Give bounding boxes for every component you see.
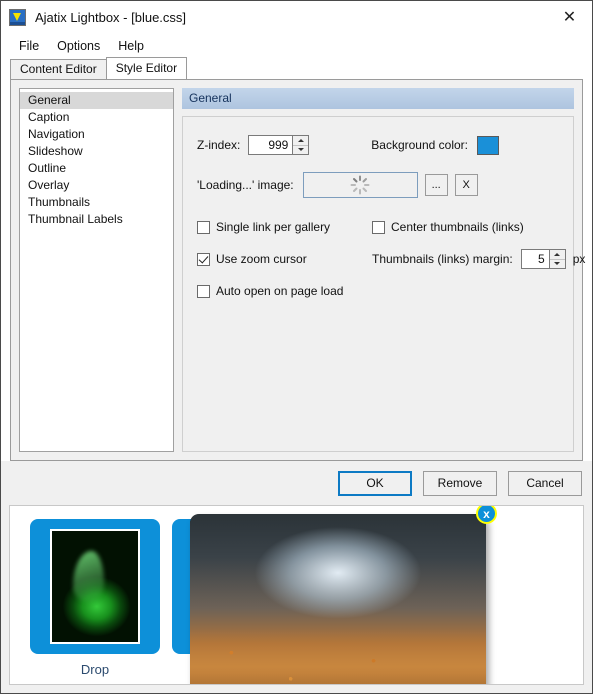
- thumb-margin-stepper[interactable]: [520, 249, 566, 269]
- tab-strip: Content Editor Style Editor: [1, 57, 592, 79]
- gallery-preview: Drop Winter Blac: [9, 505, 584, 685]
- loading-image-label: 'Loading...' image:: [197, 178, 294, 192]
- loading-spinner-icon: [350, 175, 370, 195]
- menu-bar: File Options Help: [1, 34, 592, 57]
- center-thumbnails-checkbox[interactable]: [372, 220, 385, 234]
- dialog-button-bar: OK Remove Cancel: [1, 461, 592, 505]
- autumn-forest-path-image-large: [190, 514, 486, 684]
- green-droplet-image: [50, 529, 140, 644]
- menu-item-options[interactable]: Options: [48, 36, 109, 56]
- thumb-margin-unit: px: [572, 252, 586, 266]
- single-link-option[interactable]: Single link per gallery: [197, 220, 372, 234]
- zindex-input[interactable]: [248, 135, 293, 155]
- zindex-spin-buttons[interactable]: [292, 135, 310, 155]
- tab-content-editor[interactable]: Content Editor: [10, 59, 107, 79]
- section-header-general: General: [182, 88, 574, 109]
- thumb-margin-spin-up-icon[interactable]: [550, 250, 565, 259]
- auto-open-option[interactable]: Auto open on page load: [197, 284, 372, 298]
- tab-style-editor[interactable]: Style Editor: [105, 57, 188, 79]
- ok-button[interactable]: OK: [338, 470, 412, 496]
- loading-image-field[interactable]: [302, 172, 418, 198]
- center-thumbs-option[interactable]: Center thumbnails (links): [372, 220, 559, 234]
- menu-item-help[interactable]: Help: [109, 36, 153, 56]
- sidebar-item-navigation[interactable]: Navigation: [20, 126, 173, 143]
- app-logo-icon: [9, 9, 26, 26]
- lightbox-popup-inner: Winter: [190, 514, 486, 684]
- thumb-margin-spin-down-icon[interactable]: [549, 258, 565, 269]
- options-row-2: Use zoom cursor Thumbnails (links) margi…: [197, 249, 585, 269]
- zindex-spin-down-icon[interactable]: [293, 144, 309, 155]
- sidebar-item-thumbnails[interactable]: Thumbnails: [20, 194, 173, 211]
- menu-item-file[interactable]: File: [10, 36, 48, 56]
- thumbnail-frame-drop[interactable]: [30, 519, 160, 654]
- sidebar-item-slideshow[interactable]: Slideshow: [20, 143, 173, 160]
- section-body-general: Z-index: Background color: ': [182, 116, 585, 452]
- app-window: Ajatix Lightbox - [blue.css] ✕ File Opti…: [0, 0, 593, 694]
- settings-panel: General Z-index: Background color:: [182, 88, 585, 452]
- remove-button[interactable]: Remove: [423, 470, 497, 496]
- style-editor-panel: General Caption Navigation Slideshow Out…: [10, 79, 585, 461]
- options-row-3: Auto open on page load: [197, 284, 559, 298]
- sidebar-item-caption[interactable]: Caption: [20, 109, 173, 126]
- style-category-list[interactable]: General Caption Navigation Slideshow Out…: [19, 88, 174, 452]
- zindex-spin-up-icon[interactable]: [293, 136, 308, 145]
- thumb-margin-input[interactable]: [520, 249, 549, 269]
- zindex-label: Z-index:: [197, 138, 241, 152]
- cancel-button[interactable]: Cancel: [508, 470, 582, 496]
- title-bar: Ajatix Lightbox - [blue.css] ✕: [1, 1, 592, 34]
- lightbox-popup[interactable]: Winter x: [190, 506, 497, 684]
- zoom-cursor-option[interactable]: Use zoom cursor: [197, 252, 372, 266]
- loading-image-browse-button[interactable]: ...: [424, 174, 448, 196]
- preview-area: Drop Winter Blac: [1, 505, 592, 693]
- list-item[interactable]: Drop: [30, 519, 160, 677]
- single-link-label: Single link per gallery: [216, 220, 331, 234]
- loading-image-clear-button[interactable]: X: [454, 174, 478, 196]
- auto-open-label: Auto open on page load: [216, 284, 344, 298]
- sidebar-item-overlay[interactable]: Overlay: [20, 177, 173, 194]
- lightbox-close-icon[interactable]: x: [476, 506, 497, 524]
- use-zoom-cursor-checkbox[interactable]: [197, 252, 210, 266]
- sidebar-item-general[interactable]: General: [20, 92, 173, 109]
- single-link-checkbox[interactable]: [197, 220, 210, 234]
- background-color-swatch[interactable]: [477, 135, 499, 155]
- window-title: Ajatix Lightbox - [blue.css]: [35, 10, 187, 25]
- lightbox-image: [190, 514, 486, 684]
- center-thumbnails-label: Center thumbnails (links): [391, 220, 524, 234]
- loading-image-row: 'Loading...' image: ... X: [197, 172, 559, 198]
- green-droplet-image-inner: [52, 531, 138, 642]
- thumb-margin-label: Thumbnails (links) margin:: [372, 252, 513, 266]
- zindex-row: Z-index: Background color:: [197, 135, 559, 155]
- sidebar-item-outline[interactable]: Outline: [20, 160, 173, 177]
- thumbnail-caption-drop: Drop: [80, 662, 110, 677]
- use-zoom-cursor-label: Use zoom cursor: [216, 252, 307, 266]
- auto-open-checkbox[interactable]: [197, 284, 210, 298]
- options-row-1: Single link per gallery Center thumbnail…: [197, 220, 559, 234]
- window-close-icon[interactable]: ✕: [547, 2, 592, 34]
- thumb-margin-spin-buttons[interactable]: [548, 249, 566, 269]
- zindex-stepper[interactable]: [248, 135, 310, 155]
- thumb-margin-option: Thumbnails (links) margin: px: [372, 249, 585, 269]
- background-color-label: Background color:: [371, 138, 468, 152]
- sidebar-item-thumbnail-labels[interactable]: Thumbnail Labels: [20, 211, 173, 228]
